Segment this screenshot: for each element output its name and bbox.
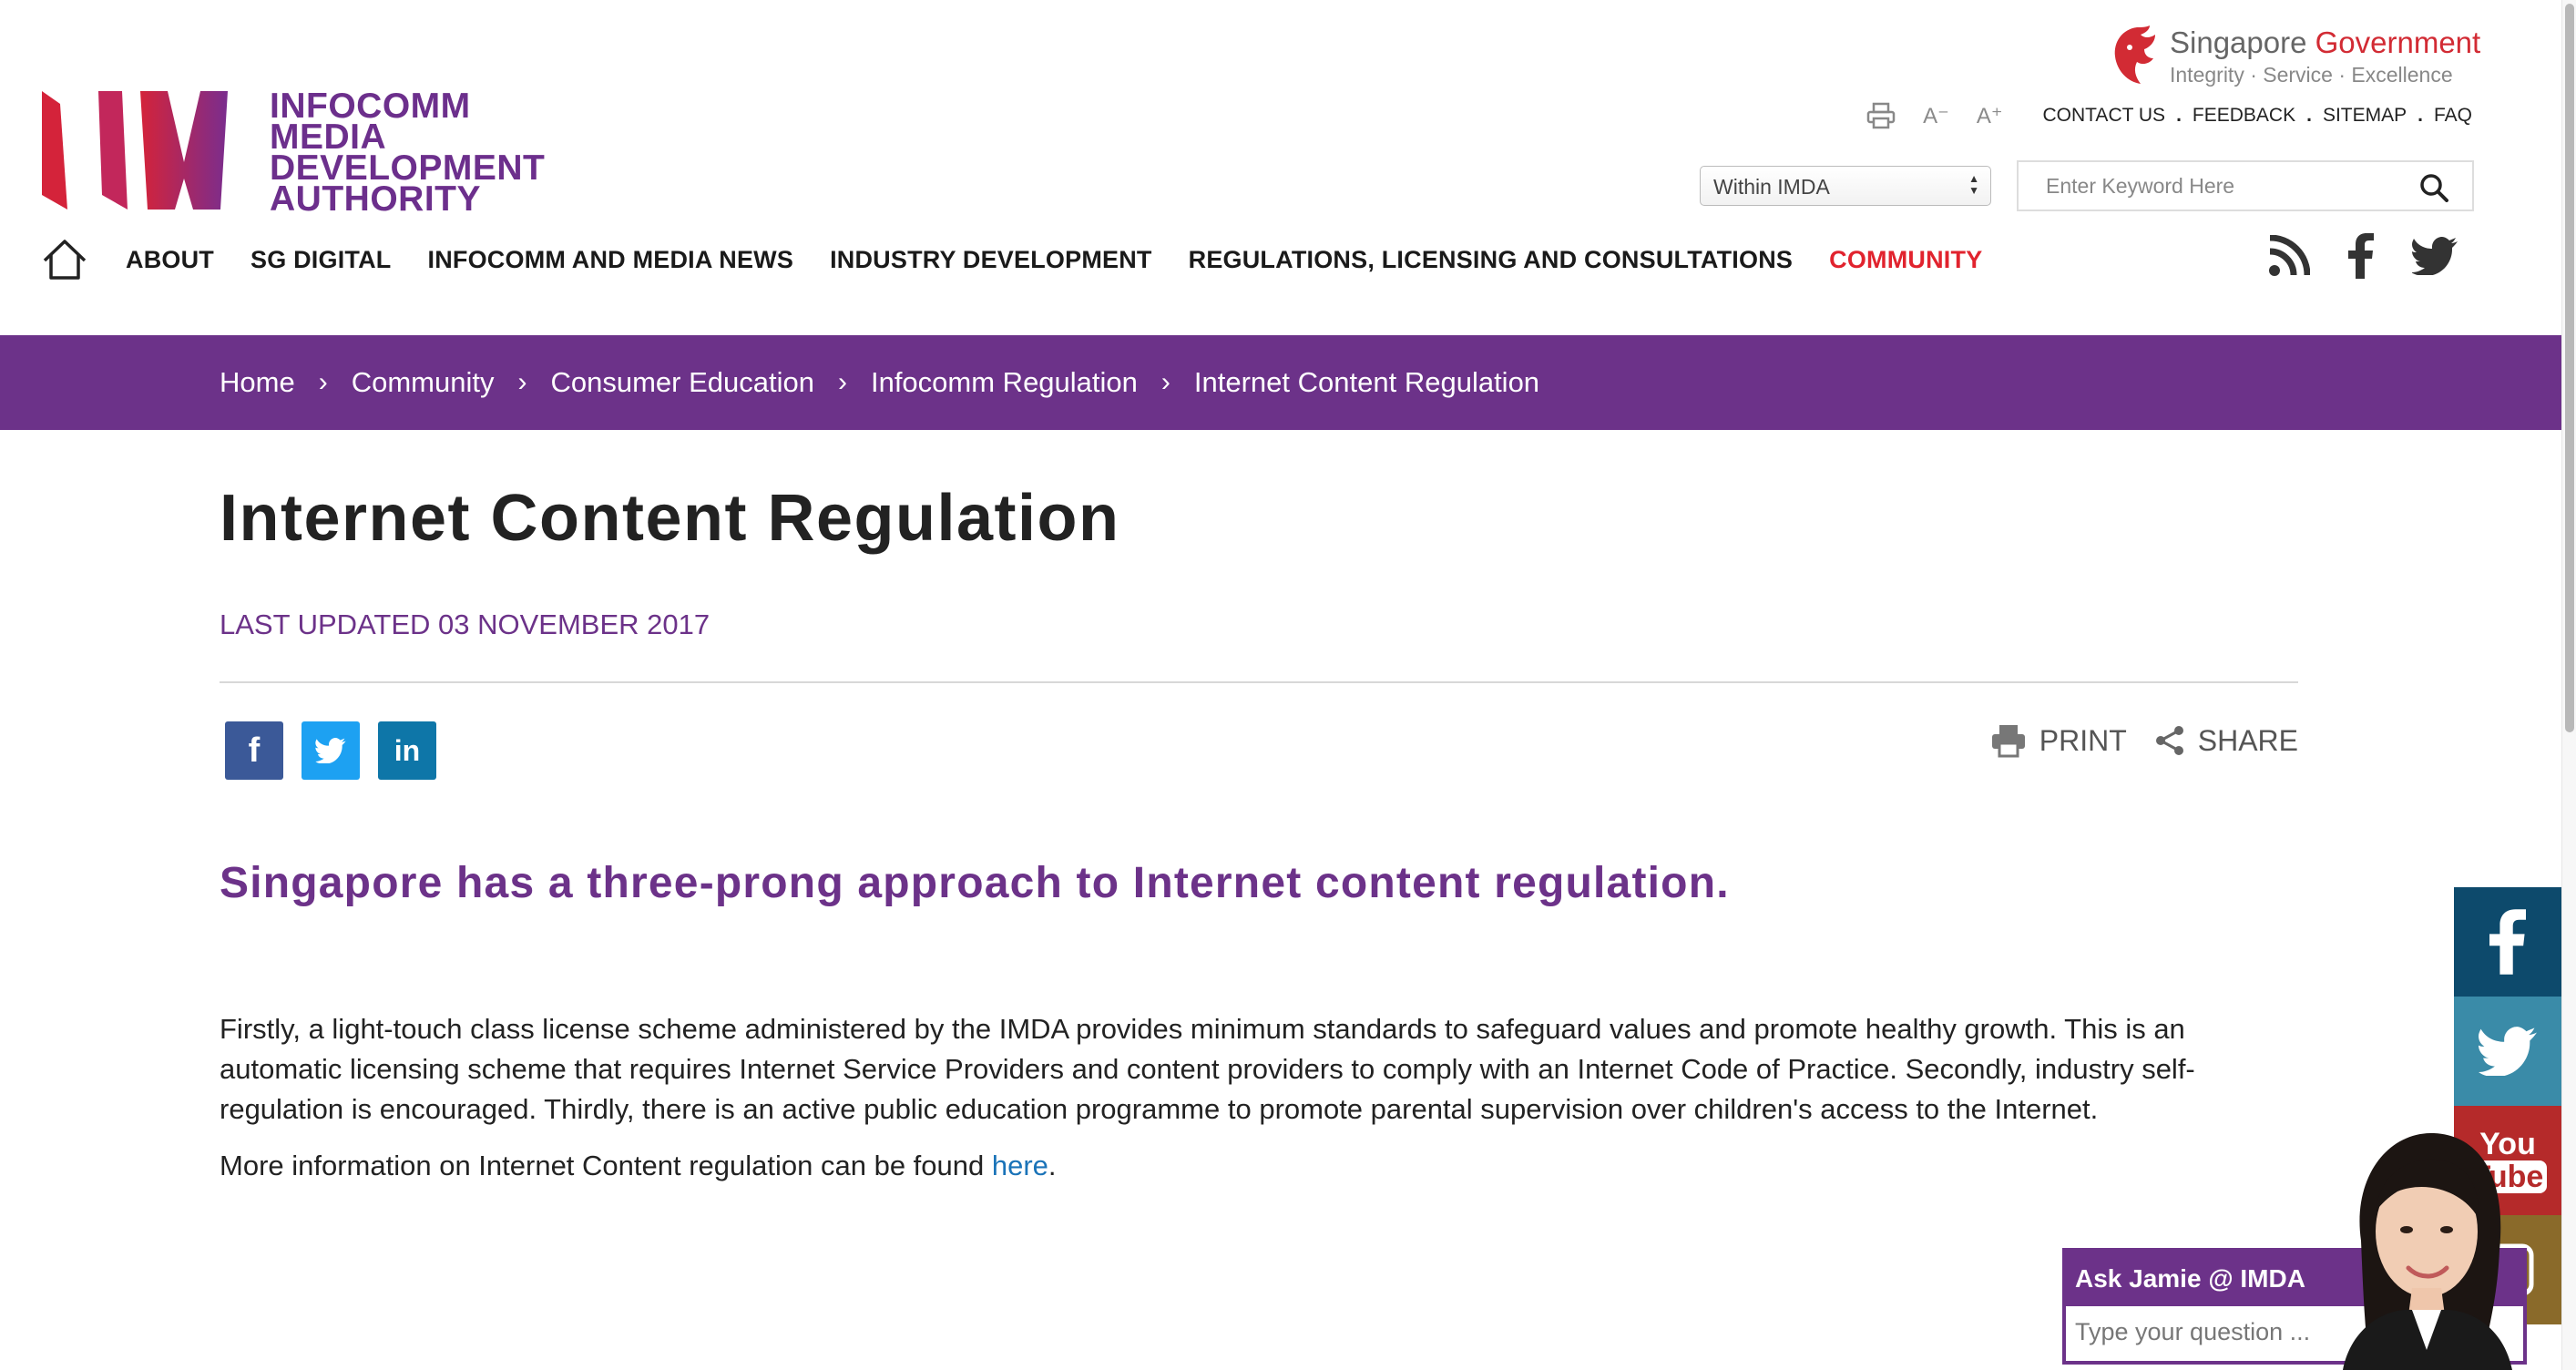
print-button[interactable]: PRINT	[1990, 723, 2127, 758]
chevron-right-icon: ›	[1160, 367, 1170, 397]
nav-item-sg-digital[interactable]: SG DIGITAL	[250, 246, 392, 274]
facebook-icon	[2489, 909, 2526, 975]
breadcrumb: Home › Community › Consumer Education › …	[0, 335, 2561, 430]
imda-logo-mark	[42, 91, 228, 210]
imda-logo[interactable]: INFOCOMM MEDIA DEVELOPMENT AUTHORITY	[42, 88, 545, 219]
share-icon	[2155, 726, 2183, 755]
breadcrumb-consumer-education[interactable]: Consumer Education	[550, 366, 814, 399]
utility-links: CONTACT US . FEEDBACK . SITEMAP . FAQ	[2043, 105, 2473, 127]
share-buttons: f in	[225, 721, 436, 780]
singapore-government-logo[interactable]: Singapore Government Integrity · Service…	[2110, 26, 2480, 87]
lion-head-icon	[2114, 26, 2155, 84]
rss-icon[interactable]	[2268, 235, 2310, 277]
breadcrumb-current: Internet Content Regulation	[1193, 366, 1540, 398]
select-arrows-icon: ▲ ▼	[1968, 172, 1979, 197]
chevron-right-icon: ›	[837, 367, 847, 397]
search-input[interactable]	[2019, 162, 2401, 210]
twitter-icon	[2479, 1027, 2537, 1076]
font-decrease-button[interactable]: A⁻	[1923, 103, 1949, 129]
imda-logo-text: INFOCOMM MEDIA DEVELOPMENT AUTHORITY	[270, 88, 545, 219]
side-twitter-button[interactable]	[2454, 997, 2561, 1106]
scrollbar-thumb[interactable]	[2565, 4, 2574, 732]
search-scope-value: Within IMDA	[1713, 175, 1830, 199]
side-facebook-button[interactable]	[2454, 887, 2561, 997]
search-icon[interactable]	[2419, 173, 2448, 202]
print-icon[interactable]	[1866, 102, 1896, 129]
search-scope-select[interactable]: Within IMDA ▲ ▼	[1700, 166, 1991, 206]
more-info-link[interactable]: here	[992, 1150, 1048, 1181]
utility-icons: A⁻ A⁺	[1866, 102, 2003, 129]
link-separator: .	[2306, 105, 2312, 126]
page-scrollbar[interactable]	[2561, 0, 2576, 1370]
more-info-suffix: .	[1048, 1150, 1057, 1181]
search-box	[2017, 160, 2474, 211]
sitemap-link[interactable]: SITEMAP	[2323, 105, 2407, 127]
home-icon[interactable]	[42, 239, 87, 281]
more-info-paragraph: More information on Internet Content reg…	[220, 1146, 1057, 1186]
main-navigation: ABOUT SG DIGITAL INFOCOMM AND MEDIA NEWS…	[42, 239, 2019, 281]
sg-gov-tagline: Integrity · Service · Excellence	[2170, 63, 2453, 87]
chat-question-input[interactable]	[2066, 1306, 2339, 1357]
sg-gov-title-part1: Singapore	[2170, 26, 2315, 59]
contact-us-link[interactable]: CONTACT US	[2043, 105, 2166, 127]
sg-gov-title-part2: Government	[2315, 26, 2481, 59]
share-linkedin-button[interactable]: in	[378, 721, 436, 780]
page-actions: PRINT SHARE	[1963, 723, 2298, 758]
print-icon	[1991, 725, 2025, 758]
print-label: PRINT	[2039, 723, 2127, 757]
intro-heading: Singapore has a three-prong approach to …	[220, 859, 1730, 907]
more-info-text: More information on Internet Content reg…	[220, 1150, 992, 1181]
divider	[220, 681, 2298, 683]
link-separator: .	[2176, 105, 2182, 126]
sg-gov-title: Singapore Government	[2170, 26, 2480, 60]
breadcrumb-home[interactable]: Home	[220, 366, 295, 399]
twitter-icon[interactable]	[2412, 237, 2458, 275]
page-title: Internet Content Regulation	[220, 482, 1120, 555]
share-twitter-button[interactable]	[302, 721, 360, 780]
last-updated: LAST UPDATED 03 NOVEMBER 2017	[220, 608, 710, 640]
nav-item-regulations[interactable]: REGULATIONS, LICENSING AND CONSULTATIONS	[1189, 246, 1794, 274]
chevron-right-icon: ›	[318, 367, 328, 397]
breadcrumb-infocomm-regulation[interactable]: Infocomm Regulation	[871, 366, 1138, 399]
body-paragraph: Firstly, a light-touch class license sch…	[220, 1013, 2195, 1125]
facebook-icon: f	[248, 731, 261, 770]
chevron-right-icon: ›	[517, 367, 527, 397]
font-increase-button[interactable]: A⁺	[1977, 103, 2003, 129]
feedback-link[interactable]: FEEDBACK	[2193, 105, 2295, 127]
link-separator: .	[2418, 105, 2423, 126]
share-facebook-button[interactable]: f	[225, 721, 283, 780]
linkedin-icon: in	[394, 733, 421, 767]
nav-item-industry-development[interactable]: INDUSTRY DEVELOPMENT	[830, 246, 1152, 274]
header-social-links	[2268, 233, 2458, 279]
utility-bar: A⁻ A⁺ CONTACT US . FEEDBACK . SITEMAP . …	[1866, 102, 2472, 129]
site-header: INFOCOMM MEDIA DEVELOPMENT AUTHORITY Sin…	[0, 0, 2561, 335]
share-button[interactable]: SHARE	[2154, 724, 2298, 758]
chat-avatar[interactable]	[2325, 1122, 2523, 1370]
nav-item-community[interactable]: COMMUNITY	[1829, 246, 1982, 274]
faq-link[interactable]: FAQ	[2434, 105, 2472, 127]
logo-line: AUTHORITY	[270, 179, 481, 219]
twitter-icon	[315, 738, 346, 763]
share-label: SHARE	[2197, 723, 2298, 757]
breadcrumb-community[interactable]: Community	[352, 366, 495, 399]
nav-item-about[interactable]: ABOUT	[126, 246, 214, 274]
nav-item-news[interactable]: INFOCOMM AND MEDIA NEWS	[428, 246, 794, 274]
facebook-icon[interactable]	[2348, 233, 2374, 279]
